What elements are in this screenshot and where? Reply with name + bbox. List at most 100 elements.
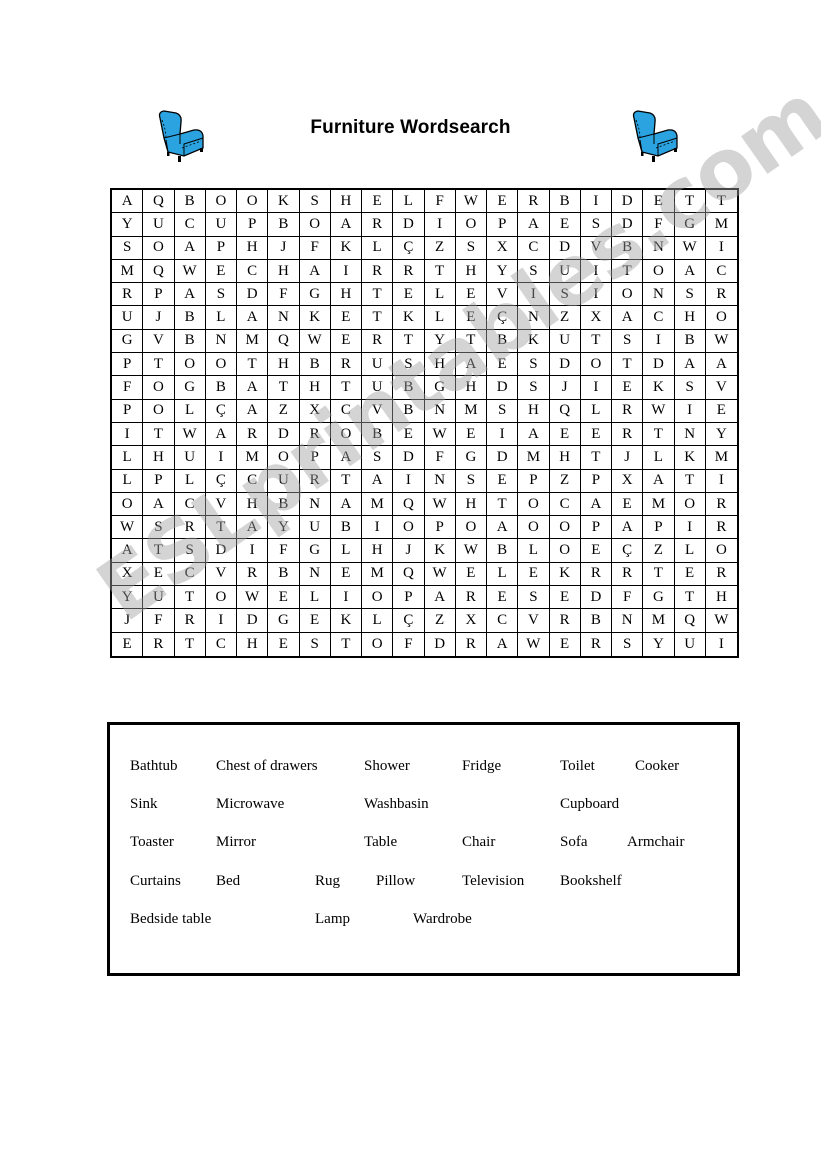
- grid-cell[interactable]: P: [205, 236, 237, 260]
- grid-cell[interactable]: W: [112, 516, 144, 540]
- grid-cell[interactable]: S: [549, 283, 581, 307]
- grid-cell[interactable]: L: [643, 446, 675, 470]
- grid-cell[interactable]: E: [330, 306, 362, 330]
- grid-cell[interactable]: G: [424, 376, 456, 400]
- grid-cell[interactable]: Y: [705, 423, 737, 447]
- grid-cell[interactable]: N: [674, 422, 706, 447]
- grid-cell[interactable]: I: [205, 609, 237, 633]
- grid-cell[interactable]: U: [205, 213, 237, 237]
- grid-cell[interactable]: I: [706, 633, 737, 656]
- grid-cell[interactable]: V: [205, 492, 237, 517]
- grid-cell[interactable]: D: [487, 376, 519, 400]
- grid-cell[interactable]: R: [705, 283, 737, 307]
- grid-cell[interactable]: I: [705, 470, 737, 493]
- grid-cell[interactable]: E: [330, 329, 362, 354]
- grid-cell[interactable]: I: [518, 283, 550, 307]
- grid-cell[interactable]: H: [455, 259, 487, 284]
- grid-cell[interactable]: B: [674, 329, 706, 354]
- grid-cell[interactable]: T: [580, 329, 612, 354]
- grid-cell[interactable]: I: [330, 586, 362, 610]
- grid-cell[interactable]: V: [362, 399, 394, 423]
- grid-cell[interactable]: C: [705, 260, 737, 284]
- grid-cell[interactable]: W: [237, 586, 269, 610]
- grid-cell[interactable]: L: [174, 469, 206, 493]
- grid-cell[interactable]: B: [330, 516, 362, 540]
- grid-cell[interactable]: N: [205, 329, 237, 354]
- grid-cell[interactable]: X: [299, 399, 331, 423]
- grid-cell[interactable]: S: [143, 516, 175, 540]
- grid-cell[interactable]: N: [643, 236, 675, 260]
- grid-cell[interactable]: D: [580, 586, 612, 610]
- grid-cell[interactable]: R: [362, 259, 394, 284]
- grid-cell[interactable]: M: [705, 446, 737, 470]
- grid-cell[interactable]: V: [143, 329, 175, 354]
- grid-cell[interactable]: J: [393, 539, 425, 563]
- grid-cell[interactable]: H: [330, 283, 362, 307]
- grid-cell[interactable]: D: [643, 353, 675, 377]
- grid-cell[interactable]: E: [487, 469, 519, 493]
- grid-cell[interactable]: T: [237, 353, 269, 377]
- grid-cell[interactable]: W: [299, 329, 331, 354]
- grid-cell[interactable]: C: [643, 306, 675, 330]
- grid-cell[interactable]: C: [549, 492, 581, 517]
- grid-cell[interactable]: A: [674, 259, 706, 284]
- grid-cell[interactable]: C: [174, 562, 206, 587]
- grid-cell[interactable]: C: [174, 492, 206, 517]
- grid-cell[interactable]: P: [143, 283, 175, 307]
- grid-cell[interactable]: A: [330, 213, 362, 237]
- grid-cell[interactable]: I: [237, 539, 269, 563]
- grid-cell[interactable]: D: [487, 446, 519, 470]
- grid-cell[interactable]: U: [112, 306, 144, 330]
- grid-cell[interactable]: K: [299, 306, 331, 330]
- grid-cell[interactable]: A: [174, 236, 206, 260]
- grid-cell[interactable]: H: [424, 353, 456, 377]
- grid-cell[interactable]: T: [143, 353, 175, 377]
- grid-cell[interactable]: S: [612, 329, 644, 354]
- grid-cell[interactable]: G: [299, 539, 331, 563]
- grid-cell[interactable]: L: [487, 562, 519, 587]
- grid-cell[interactable]: P: [643, 516, 675, 540]
- grid-cell[interactable]: O: [330, 422, 362, 447]
- grid-cell[interactable]: J: [612, 446, 644, 470]
- grid-cell[interactable]: Ç: [205, 469, 237, 493]
- grid-cell[interactable]: T: [268, 376, 300, 400]
- grid-cell[interactable]: K: [674, 446, 706, 470]
- grid-cell[interactable]: C: [174, 213, 206, 237]
- grid-cell[interactable]: E: [705, 400, 737, 423]
- grid-cell[interactable]: F: [424, 190, 456, 214]
- grid-cell[interactable]: K: [268, 190, 300, 214]
- grid-cell[interactable]: S: [580, 213, 612, 237]
- grid-cell[interactable]: T: [174, 586, 206, 610]
- grid-cell[interactable]: T: [580, 446, 612, 470]
- grid-cell[interactable]: B: [549, 190, 581, 214]
- grid-cell[interactable]: W: [174, 422, 206, 447]
- grid-cell[interactable]: X: [455, 609, 487, 633]
- grid-cell[interactable]: A: [330, 446, 362, 470]
- grid-cell[interactable]: P: [299, 446, 331, 470]
- grid-cell[interactable]: I: [580, 283, 612, 307]
- grid-cell[interactable]: E: [487, 586, 519, 610]
- grid-cell[interactable]: T: [487, 492, 519, 517]
- grid-cell[interactable]: V: [518, 609, 550, 633]
- grid-cell[interactable]: E: [487, 190, 519, 214]
- grid-cell[interactable]: F: [393, 632, 425, 656]
- grid-cell[interactable]: P: [237, 213, 269, 237]
- grid-cell[interactable]: Q: [268, 329, 300, 354]
- grid-cell[interactable]: O: [299, 213, 331, 237]
- grid-cell[interactable]: R: [612, 422, 644, 447]
- grid-cell[interactable]: V: [205, 562, 237, 587]
- grid-cell[interactable]: G: [674, 213, 706, 237]
- grid-cell[interactable]: H: [330, 190, 362, 214]
- grid-cell[interactable]: S: [174, 539, 206, 563]
- grid-cell[interactable]: Z: [549, 306, 581, 330]
- grid-cell[interactable]: E: [643, 190, 675, 214]
- grid-cell[interactable]: R: [581, 632, 612, 656]
- grid-cell[interactable]: L: [393, 190, 425, 214]
- grid-cell[interactable]: Y: [112, 213, 144, 237]
- grid-cell[interactable]: S: [455, 236, 487, 260]
- grid-cell[interactable]: O: [549, 516, 581, 540]
- grid-cell[interactable]: M: [112, 259, 144, 284]
- grid-cell[interactable]: I: [643, 329, 675, 354]
- grid-cell[interactable]: E: [518, 562, 550, 587]
- grid-cell[interactable]: D: [393, 213, 425, 237]
